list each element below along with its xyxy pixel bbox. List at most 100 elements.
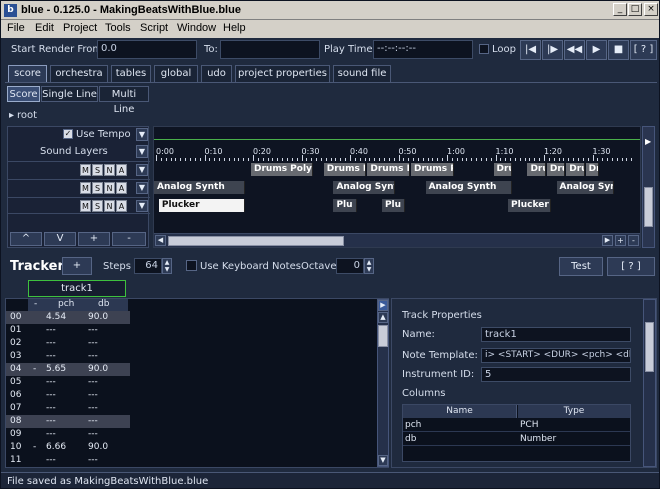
- soundobject-block[interactable]: Analog Synth: [556, 181, 614, 194]
- use-keyboard-notes-checkbox[interactable]: [186, 260, 197, 271]
- steps-spinner-icon[interactable]: ▲ ▼: [162, 258, 172, 274]
- pch-cell[interactable]: ---: [46, 324, 56, 337]
- soundobject-block[interactable]: Plucker: [158, 199, 246, 212]
- tracker-row[interactable]: 03 --- ---: [6, 350, 130, 363]
- n-button[interactable]: N: [104, 200, 115, 212]
- close-button[interactable]: ×: [644, 3, 658, 16]
- soundobject-block[interactable]: Plu: [333, 199, 357, 212]
- add-track-button[interactable]: +: [62, 257, 92, 275]
- db-cell[interactable]: 90.0: [88, 311, 108, 324]
- menu-tools[interactable]: Tools: [105, 22, 131, 34]
- note-off-cell[interactable]: -: [33, 441, 36, 454]
- render-to-input[interactable]: [220, 40, 320, 59]
- soundobject-block[interactable]: Analog Synth: [333, 181, 396, 194]
- note-off-cell[interactable]: -: [33, 363, 36, 376]
- table-row[interactable]: db Number: [403, 433, 630, 446]
- octave-spinner-icon[interactable]: ▲ ▼: [364, 258, 374, 274]
- soundobject-block[interactable]: Drums Po: [367, 163, 411, 176]
- start-render-input[interactable]: 0.0: [97, 40, 197, 59]
- db-cell[interactable]: ---: [88, 389, 98, 402]
- soundobject-block[interactable]: Drur: [527, 163, 546, 176]
- pch-cell[interactable]: ---: [46, 402, 56, 415]
- n-button[interactable]: N: [104, 164, 115, 176]
- soundobject-block[interactable]: Dru: [585, 163, 600, 176]
- scroll-right-icon[interactable]: ▶: [602, 235, 613, 246]
- soundobject-block[interactable]: Dru: [493, 163, 512, 176]
- layer-dropdown-icon[interactable]: ▼: [136, 182, 148, 194]
- maximize-button[interactable]: □: [628, 3, 642, 16]
- menu-window[interactable]: Window: [177, 22, 216, 34]
- soundobject-block[interactable]: Analog Synth: [425, 181, 512, 194]
- tracker-row[interactable]: 05 --- ---: [6, 376, 130, 389]
- tab-tables[interactable]: tables: [111, 65, 151, 82]
- soundobject-block[interactable]: Drums Po: [411, 163, 454, 176]
- step-forward-icon[interactable]: |▶: [542, 40, 563, 60]
- pch-cell[interactable]: ---: [46, 376, 56, 389]
- pch-cell[interactable]: ---: [46, 337, 56, 350]
- use-tempo-checkbox[interactable]: ✓: [63, 129, 73, 139]
- db-cell[interactable]: ---: [88, 337, 98, 350]
- scroll-down-icon[interactable]: ▼: [378, 455, 388, 466]
- steps-input[interactable]: 64: [134, 258, 162, 274]
- timeline-vscroll-thumb[interactable]: [644, 187, 653, 227]
- pch-cell[interactable]: ---: [46, 350, 56, 363]
- n-button[interactable]: N: [104, 182, 115, 194]
- mute-button[interactable]: M: [80, 182, 91, 194]
- tracker-row[interactable]: 09 --- ---: [6, 428, 130, 441]
- pch-cell[interactable]: ---: [46, 389, 56, 402]
- rewind-icon[interactable]: ◀◀: [564, 40, 585, 60]
- test-button[interactable]: Test: [559, 257, 603, 276]
- tracker-grid[interactable]: - pch db 00 4.54 90.0 01 --- --- 02 --- --- 03 ---…: [5, 298, 389, 468]
- timeline-vscrollbar[interactable]: ▶: [642, 126, 655, 248]
- tab-sound-file[interactable]: sound file: [333, 65, 391, 82]
- score-timeline[interactable]: 0:00 0:10 0:20 0:30 0:40 0:50 1:00 1:10 1:20 1:30…: [153, 126, 641, 248]
- toolbar-help-button[interactable]: [ ? ]: [630, 40, 657, 60]
- solo-button[interactable]: S: [92, 164, 103, 176]
- db-cell[interactable]: 90.0: [88, 363, 108, 376]
- solo-button[interactable]: S: [92, 182, 103, 194]
- soundobject-block[interactable]: Analog Synth: [154, 181, 246, 194]
- timeline-scroll-thumb[interactable]: [168, 236, 344, 246]
- layer-dropdown-icon[interactable]: ▼: [136, 164, 148, 176]
- soundobject-block[interactable]: Drur: [546, 163, 566, 176]
- properties-scroll-thumb[interactable]: [645, 322, 654, 372]
- layer-down-button[interactable]: V: [44, 232, 76, 246]
- soundlayer-track-2[interactable]: Analog Synth Analog Synth Analog Synth Anal…: [154, 181, 640, 195]
- scroll-left-icon[interactable]: ◀: [155, 235, 166, 246]
- tracker-row[interactable]: 10 -6.66 90.0: [6, 441, 130, 454]
- tempo-dropdown-icon[interactable]: ▼: [136, 128, 148, 141]
- loop-checkbox[interactable]: [479, 44, 489, 54]
- soundobject-block[interactable]: Drums Poly: [251, 163, 314, 176]
- play-icon[interactable]: ▶: [586, 40, 607, 60]
- pch-cell[interactable]: ---: [46, 415, 56, 428]
- add-layer-button[interactable]: +: [78, 232, 110, 246]
- tracker-scroll-thumb[interactable]: [378, 325, 388, 347]
- tracker-row[interactable]: 08 --- ---: [6, 415, 130, 428]
- menu-script[interactable]: Script: [140, 22, 168, 34]
- soundobject-block[interactable]: Drums Po: [323, 163, 367, 176]
- db-cell[interactable]: ---: [88, 376, 98, 389]
- minimize-button[interactable]: _: [613, 3, 627, 16]
- db-cell[interactable]: ---: [88, 428, 98, 441]
- soundobject-block[interactable]: Drur: [566, 163, 585, 176]
- tracker-row[interactable]: 07 --- ---: [6, 402, 130, 415]
- zoom-in-icon[interactable]: +: [615, 235, 626, 246]
- db-cell[interactable]: ---: [88, 350, 98, 363]
- pch-cell[interactable]: ---: [46, 428, 56, 441]
- layer-up-button[interactable]: ^: [10, 232, 42, 246]
- note-template-input[interactable]: i> <START> <DUR> <pch> <db>: [481, 348, 631, 363]
- db-cell[interactable]: 90.0: [88, 441, 108, 454]
- tracker-row[interactable]: 06 --- ---: [6, 389, 130, 402]
- instrument-id-input[interactable]: 5: [481, 367, 631, 382]
- db-cell[interactable]: ---: [88, 324, 98, 337]
- columns-header-type[interactable]: Type: [518, 405, 630, 418]
- menu-file[interactable]: File: [7, 22, 25, 34]
- table-row[interactable]: pch PCH: [403, 419, 630, 432]
- tracker-row[interactable]: 04 -5.65 90.0: [6, 363, 130, 376]
- pch-cell[interactable]: 6.66: [46, 441, 66, 454]
- tab-udo[interactable]: udo: [201, 65, 232, 82]
- scroll-up-icon[interactable]: ▲: [378, 312, 388, 323]
- pch-cell[interactable]: 5.65: [46, 363, 66, 376]
- db-cell[interactable]: ---: [88, 454, 98, 467]
- subtab-multi-line[interactable]: Multi Line: [99, 86, 149, 115]
